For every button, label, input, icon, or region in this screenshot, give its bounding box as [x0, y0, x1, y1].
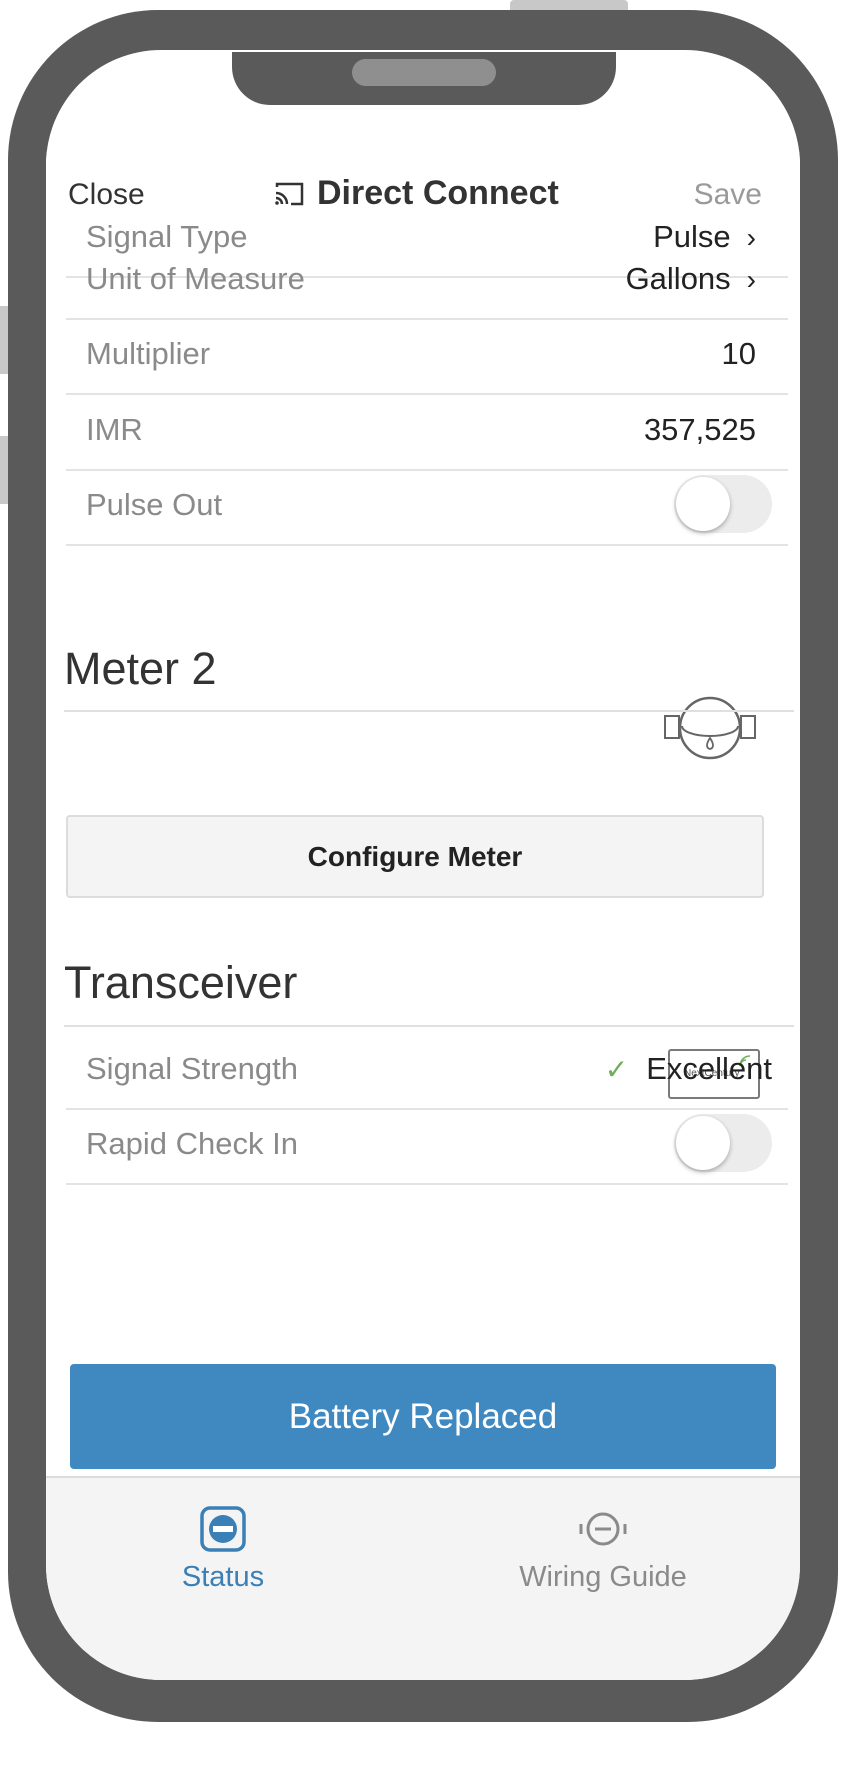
pulse-out-toggle[interactable]: [674, 475, 772, 533]
phone-speaker: [352, 59, 496, 86]
section-divider: [64, 710, 794, 712]
row-label: Multiplier: [86, 336, 211, 371]
navigation-bar: Close Direct Connect Save: [46, 150, 800, 225]
page-title-text: Direct Connect: [317, 174, 559, 212]
row-label: Rapid Check In: [86, 1126, 298, 1161]
section-title-meter-2: Meter 2: [64, 643, 217, 694]
row-value: 357,525: [643, 412, 756, 447]
section-title-transceiver: Transceiver: [64, 957, 298, 1008]
configure-meter-button[interactable]: Configure Meter: [66, 815, 764, 898]
save-button[interactable]: Save: [694, 178, 762, 212]
row-label: Pulse Out: [86, 487, 223, 522]
page-title: Direct Connect: [273, 174, 559, 213]
cast-icon: [275, 182, 304, 205]
chevron-right-icon: ›: [746, 264, 756, 295]
tab-wiring-guide[interactable]: Wiring Guide: [453, 1506, 753, 1594]
row-value: 10: [721, 336, 756, 371]
checkmark-icon: ✓: [604, 1054, 629, 1085]
rapid-check-in-toggle[interactable]: [674, 1114, 772, 1172]
list-row-imr[interactable]: IMR 357,525: [66, 388, 788, 471]
water-meter-icon: [664, 696, 756, 760]
row-label: IMR: [86, 412, 143, 447]
row-value: ✓ Excellent: [604, 1051, 772, 1086]
close-button[interactable]: Close: [68, 178, 145, 212]
tab-label: Status: [181, 1561, 265, 1593]
tab-bar: Status Wiring Guide: [46, 1476, 800, 1680]
list-row-signal-strength: Signal Strength ✓ Excellent: [66, 1027, 788, 1110]
list-row-rapid-check-in: Rapid Check In: [66, 1102, 788, 1185]
status-icon: [200, 1506, 246, 1552]
app-screen: Signal Type Pulse › Unit of Measure Gallo…: [46, 50, 800, 1680]
list-row-pulse-out: Pulse Out: [66, 463, 788, 546]
row-label: Unit of Measure: [86, 261, 305, 296]
list-row-unit-of-measure[interactable]: Unit of Measure Gallons ›: [66, 237, 788, 320]
phone-frame: Signal Type Pulse › Unit of Measure Gallo…: [8, 10, 838, 1722]
row-value: Gallons ›: [625, 261, 756, 296]
row-label: Signal Strength: [86, 1051, 298, 1086]
toggle-knob: [676, 1116, 730, 1170]
battery-replaced-button[interactable]: Battery Replaced: [70, 1364, 776, 1469]
tab-label: Wiring Guide: [519, 1561, 687, 1593]
list-row-multiplier[interactable]: Multiplier 10: [66, 312, 788, 395]
toggle-knob: [676, 477, 730, 531]
tab-status[interactable]: Status: [73, 1506, 373, 1594]
wiring-guide-icon: [579, 1512, 627, 1546]
